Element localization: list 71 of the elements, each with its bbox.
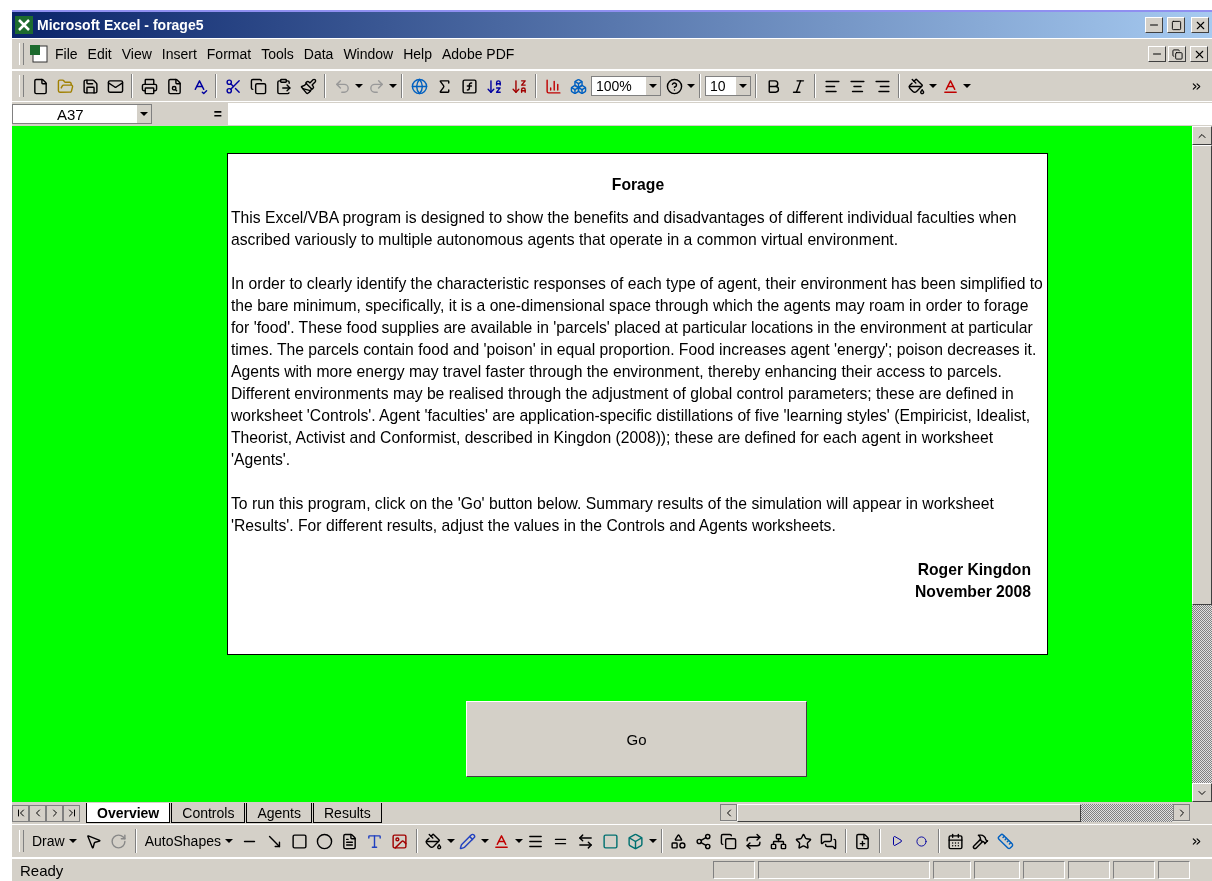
maximize-button[interactable] xyxy=(1167,17,1185,33)
caret-icon xyxy=(929,84,937,88)
status-panel xyxy=(1023,861,1065,879)
menu-item[interactable]: Data xyxy=(299,44,338,64)
menu-item[interactable]: Tools xyxy=(257,44,298,64)
spreadsheet-doc-icon xyxy=(29,44,49,64)
font-size-field[interactable]: 10 xyxy=(705,76,751,96)
maximize-icon xyxy=(1170,19,1182,31)
zoom-field[interactable]: 100% xyxy=(591,76,661,96)
caret-icon xyxy=(480,839,489,843)
minimize-button[interactable] xyxy=(1148,46,1166,62)
caret-icon xyxy=(389,84,397,88)
name-box[interactable]: A37 xyxy=(12,104,152,124)
spreadsheet-logo-icon xyxy=(15,16,33,34)
status-panel xyxy=(974,861,1020,879)
close-button[interactable] xyxy=(1191,17,1209,33)
menu-item[interactable]: Insert xyxy=(157,44,201,64)
previous-sheet-button[interactable] xyxy=(29,804,46,822)
scroll-down-button[interactable] xyxy=(1192,783,1212,802)
caret-icon xyxy=(68,839,77,843)
status-panel xyxy=(933,861,971,879)
menu-item[interactable]: Help xyxy=(399,44,436,64)
caret-icon xyxy=(355,84,363,88)
caret-icon xyxy=(514,839,523,843)
document-title: Forage xyxy=(610,175,666,195)
scroll-right-button[interactable] xyxy=(1173,804,1190,821)
status-text: Ready xyxy=(19,861,65,879)
date-text: November 2008 xyxy=(914,582,1032,602)
caret-icon xyxy=(224,839,233,843)
last-sheet-button[interactable] xyxy=(63,804,80,822)
paragraph: In order to clearly identify the characteristic responses of each type of agent, their environment has been simplified to the bare minimum, specifically, it is a one-dimensional space through which the agents may roam in order to forage for 'food'. These food supplies are available in 'parcels' placed at particular locations in the environment at particular times. The parcels contain food and 'poison' in equal proportion. Food increases agent 'energy'; poison decreases it. Agents with more energy may travel faster through the environment, thereby enhancing their access to parcels. Different environments may be realised through the adjustment of global control parameters; these are defined in worksheet 'Controls'. Agent 'faculties' are application-specific distillations of five 'learning styles' (Empiricist, Idealist, Theorist, Activist and Conformist, described in Kingdon (2008)); these are defined for each agent in worksheet 'Agents'. xyxy=(231,274,1044,470)
status-panel xyxy=(1068,861,1110,879)
sheet-tab[interactable]: Overview xyxy=(86,803,171,823)
status-panel xyxy=(713,861,755,879)
caret-icon xyxy=(963,84,971,88)
caret-icon xyxy=(649,84,657,88)
vertical-scrollbar[interactable] xyxy=(1192,126,1212,802)
horizontal-scrollbar[interactable] xyxy=(720,804,1190,822)
restore-button[interactable] xyxy=(1168,46,1186,62)
sheet-tab[interactable]: Controls xyxy=(171,803,246,823)
scroll-up-button[interactable] xyxy=(1192,126,1212,145)
menu-item[interactable]: View xyxy=(117,44,156,64)
go-button[interactable]: Go xyxy=(466,701,807,777)
caret-icon xyxy=(739,84,747,88)
caret-icon xyxy=(687,84,695,88)
close-button[interactable] xyxy=(1190,46,1208,62)
paragraph: To run this program, click on the 'Go' button below. Summary results of the simulation will appear in worksheet 'Results'. For different results, adjust the values in the Controls and Agents worksheets. xyxy=(231,494,995,536)
formula-field[interactable] xyxy=(228,103,1212,125)
caret-icon xyxy=(446,839,455,843)
sheet-tab[interactable]: Agents xyxy=(246,803,312,823)
menu-item[interactable]: Format xyxy=(202,44,256,64)
sheet-tab[interactable]: Results xyxy=(313,803,382,823)
status-panel xyxy=(1113,861,1155,879)
equals-sign: = xyxy=(212,106,223,122)
menu-item[interactable]: Window xyxy=(339,44,398,64)
caret-icon xyxy=(140,112,148,116)
draw-menu[interactable]: Draw xyxy=(28,831,81,851)
minimize-button[interactable] xyxy=(1145,17,1163,33)
next-sheet-button[interactable] xyxy=(46,804,63,822)
autoshapes-menu[interactable]: AutoShapes xyxy=(140,831,237,851)
window-title: Microsoft Excel - forage5 xyxy=(37,17,205,33)
first-sheet-button[interactable] xyxy=(12,804,29,822)
menu-item[interactable]: Edit xyxy=(83,44,116,64)
status-panel xyxy=(1158,861,1190,879)
scroll-left-button[interactable] xyxy=(720,804,737,821)
author-name: Roger Kingdon xyxy=(916,560,1032,580)
restore-icon xyxy=(1171,48,1183,60)
menu-item[interactable]: Adobe PDF xyxy=(438,44,519,64)
paragraph: This Excel/VBA program is designed to show the benefits and disadvantages of different individual faculties when ascribed variously to multiple autonomous agents that operate in a common virtual environment. xyxy=(231,208,1018,250)
menu-item[interactable]: File xyxy=(51,44,82,64)
caret-icon xyxy=(648,839,657,843)
